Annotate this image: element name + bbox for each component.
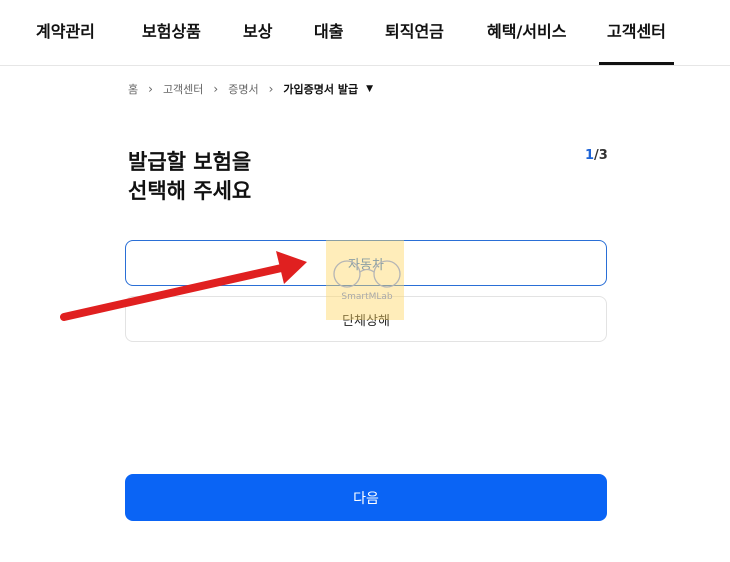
- step-current: 1: [585, 148, 595, 163]
- nav-item-products[interactable]: 보험상품: [142, 18, 201, 44]
- chevron-right-icon: ›: [213, 82, 219, 96]
- breadcrumb: 홈 › 고객센터 › 증명서 › 가입증명서 발급 ▼: [128, 80, 373, 98]
- step-indicator: 1/3: [585, 148, 608, 163]
- page-title-line-2: 선택해 주세요: [128, 179, 252, 203]
- chevron-right-icon: ›: [268, 82, 274, 96]
- nav-item-contract[interactable]: 계약관리: [36, 18, 95, 44]
- option-auto-insurance[interactable]: 자동차: [125, 240, 607, 286]
- nav-item-customer-center[interactable]: 고객센터: [599, 18, 674, 65]
- dropdown-caret-icon[interactable]: ▼: [366, 84, 373, 94]
- option-label: 자동차: [348, 257, 384, 273]
- nav-item-loan[interactable]: 대출: [314, 18, 343, 44]
- option-group-accident-insurance[interactable]: 단체상해: [125, 296, 607, 342]
- option-label: 단체상해: [342, 313, 390, 329]
- chevron-right-icon: ›: [148, 82, 153, 96]
- breadcrumb-home[interactable]: 홈: [128, 81, 138, 97]
- page-title-line-1: 발급할 보험을: [128, 150, 252, 174]
- next-button-label: 다음: [353, 490, 379, 507]
- page-title: 발급할 보험을 선택해 주세요: [128, 148, 388, 206]
- breadcrumb-certificates[interactable]: 증명서: [228, 81, 258, 97]
- next-button[interactable]: 다음: [125, 474, 607, 521]
- nav-item-pension[interactable]: 퇴직연금: [385, 18, 444, 44]
- step-total: 3: [598, 148, 608, 163]
- top-nav: 계약관리 보험상품 보상 대출 퇴직연금 혜택/서비스 고객센터: [0, 0, 730, 66]
- breadcrumb-customer-center[interactable]: 고객센터: [163, 81, 203, 97]
- breadcrumb-current: 가입증명서 발급: [283, 83, 359, 96]
- nav-item-claims[interactable]: 보상: [243, 18, 272, 44]
- nav-item-benefits[interactable]: 혜택/서비스: [487, 18, 566, 44]
